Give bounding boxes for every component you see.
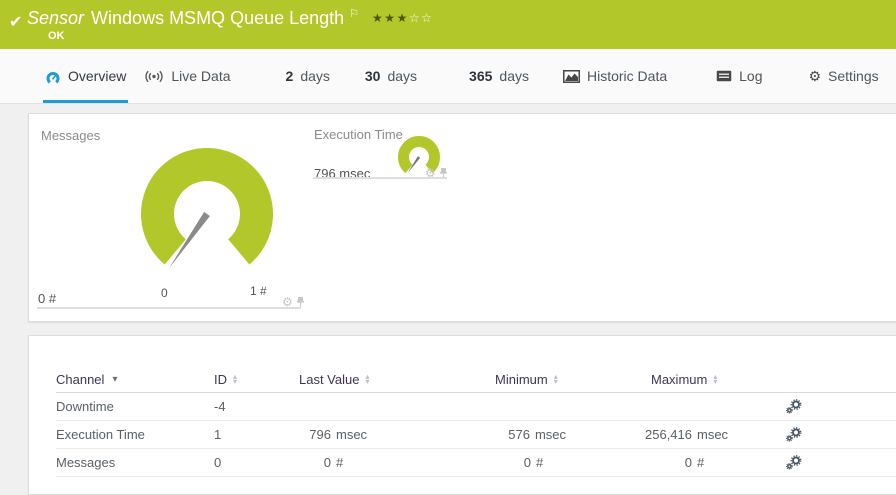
col-header-maximum[interactable]: Maximum ▴ ▾ (566, 372, 731, 387)
tab-number: 30 (364, 68, 381, 84)
live-data-icon (145, 70, 164, 82)
tab-30-days[interactable]: 30 days (365, 49, 417, 103)
table-row-messages: Messages 0 0 # 0 # 0 # (56, 449, 896, 477)
last-value: 796 (309, 427, 331, 442)
area-chart-icon (562, 69, 580, 83)
col-header-label: ID (214, 371, 227, 387)
minimum-value: 0 (523, 455, 531, 470)
tab-label: Log (739, 68, 763, 84)
log-list-icon (716, 70, 732, 82)
channel-settings-button[interactable] (786, 427, 896, 442)
channel-name[interactable]: Execution Time (56, 427, 214, 442)
maximum-value: 256,416 (645, 427, 692, 442)
stars-empty[interactable]: ☆☆ (409, 11, 434, 25)
channel-id: -4 (214, 399, 226, 414)
table-row-execution-time: Execution Time 1 796 msec 576 msec 256,416… (56, 421, 896, 449)
channel-settings-button[interactable] (786, 455, 896, 470)
minimum-value: 576 (508, 427, 530, 442)
messages-current-value: 0 # (38, 291, 57, 306)
maximum-value: 0 (684, 455, 692, 470)
col-header-label: Last Value (299, 371, 360, 387)
tab-365-days[interactable]: 365 days (469, 49, 529, 103)
ok-check-icon: ✔ (9, 14, 23, 31)
tab-label: Live Data (171, 68, 231, 84)
tab-number: 365 (469, 68, 493, 84)
channel-id: 1 (214, 427, 222, 442)
tab-label: days (387, 68, 418, 84)
col-header-label: Maximum (651, 371, 708, 387)
gauge-title-messages: Messages (41, 128, 101, 143)
tab-historic-data[interactable]: Historic Data (562, 49, 668, 103)
sort-icon: ▴ ▾ (365, 372, 370, 386)
gears-icon (786, 427, 802, 442)
col-header-id[interactable]: ID ▴ ▾ (214, 372, 291, 387)
gauge-underline (37, 307, 301, 309)
channel-id: 0 (214, 455, 222, 470)
col-header-channel[interactable]: Channel ▾ (56, 372, 214, 387)
col-header-minimum[interactable]: Minimum ▴ ▾ (406, 372, 566, 387)
channels-table-panel: Channel ▾ ID ▴ ▾ Last Value ▴ ▾ Minimum ▴ ▾… (28, 335, 896, 495)
channels-table: Channel ▾ ID ▴ ▾ Last Value ▴ ▾ Minimum ▴ ▾… (29, 336, 896, 477)
tab-label: days (499, 68, 529, 84)
channel-name[interactable]: Downtime (56, 399, 214, 414)
gauge-icon (46, 71, 60, 83)
overview-gauges-panel: Messages 0 1 # 0 # ⚙ Execution Time 796 … (28, 113, 896, 322)
sort-icon: ▴ ▾ (233, 372, 238, 386)
flag-icon[interactable]: ⚐ (349, 7, 359, 20)
status-badge: OK (48, 30, 65, 42)
table-row-downtime: Downtime -4 (56, 393, 896, 421)
tab-overview[interactable]: Overview (42, 49, 129, 103)
col-header-label: Channel (56, 371, 105, 387)
sort-desc-icon: ▾ (112, 373, 118, 385)
last-value: 0 (323, 455, 331, 470)
table-header-row: Channel ▾ ID ▴ ▾ Last Value ▴ ▾ Minimum ▴ ▾… (56, 366, 896, 393)
sensor-status-header: ✔ Sensor Windows MSMQ Queue Length ⚐ ★★★… (0, 0, 896, 49)
col-header-label: Minimum (495, 371, 548, 387)
tab-label: Overview (68, 68, 127, 84)
tab-label: Historic Data (586, 68, 668, 84)
page-title: Windows MSMQ Queue Length (91, 8, 345, 28)
priority-stars[interactable]: ★★★☆☆ (372, 11, 433, 25)
gears-icon (786, 399, 802, 414)
tab-label: Settings (828, 68, 879, 84)
stars-filled[interactable]: ★★★ (372, 11, 409, 25)
gauge-underline (313, 177, 447, 179)
gear-icon: ⚙ (808, 68, 822, 84)
tab-settings[interactable]: ⚙ Settings (808, 49, 878, 103)
object-kind-label: Sensor (27, 8, 85, 28)
tab-number: 2 (285, 68, 294, 84)
gears-icon (786, 455, 802, 470)
col-header-last-value[interactable]: Last Value ▴ ▾ (291, 372, 406, 387)
tab-live-data[interactable]: Live Data (144, 49, 231, 103)
tab-bar: Overview Live Data 2 days 30 days 365 da… (0, 49, 896, 104)
messages-gauge (141, 148, 273, 269)
gauge-title-execution-time: Execution Time (314, 127, 403, 142)
sort-icon: ▴ ▾ (553, 372, 558, 386)
gauge-scale-min: 0 (161, 286, 168, 300)
tab-label: days (300, 68, 330, 84)
channel-settings-button[interactable] (786, 399, 896, 414)
channel-name[interactable]: Messages (56, 455, 214, 470)
gauge-scale-max: 1 # (250, 284, 267, 298)
tab-log[interactable]: Log (716, 49, 762, 103)
sort-icon: ▴ ▾ (713, 372, 718, 386)
tab-2-days[interactable]: 2 days (286, 49, 330, 103)
